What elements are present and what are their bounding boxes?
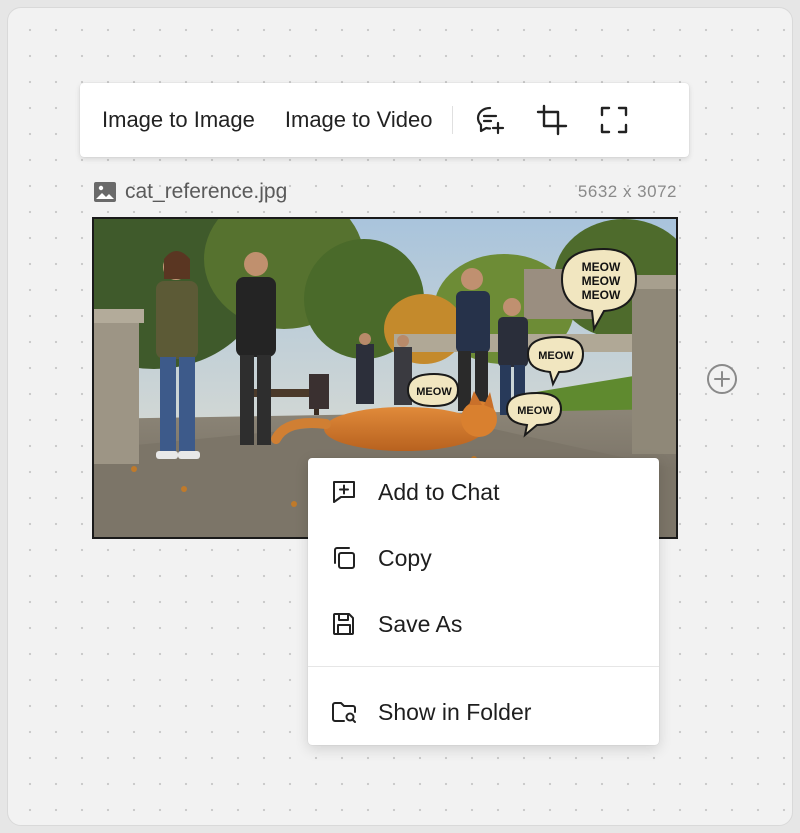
menu-item-label: Add to Chat: [378, 478, 500, 505]
save-icon: [333, 613, 354, 635]
image-to-video-button[interactable]: Image to Video: [285, 107, 433, 133]
add-node-icon[interactable]: [706, 363, 738, 395]
menu-item-save-as[interactable]: Save As: [308, 597, 659, 651]
toolbar-divider: [452, 106, 454, 134]
image-icon: [94, 182, 116, 202]
menu-item-add-to-chat[interactable]: Add to Chat: [308, 465, 659, 519]
svg-text:MEOW: MEOW: [416, 386, 452, 398]
file-name-group: cat_reference.jpg: [93, 180, 287, 204]
copy-icon: [334, 547, 355, 569]
svg-text:MEOW: MEOW: [538, 350, 574, 362]
menu-divider: [308, 666, 659, 667]
svg-text:MEOW: MEOW: [582, 260, 621, 274]
fullscreen-icon[interactable]: [597, 103, 631, 137]
file-name: cat_reference.jpg: [125, 180, 288, 203]
menu-item-show-in-folder[interactable]: Show in Folder: [308, 685, 659, 739]
crop-icon[interactable]: [535, 103, 569, 137]
image-dimensions: 5632 x 3072: [577, 182, 677, 201]
menu-item-copy[interactable]: Copy: [308, 531, 659, 585]
svg-text:MEOW: MEOW: [582, 288, 621, 302]
chat-add-icon[interactable]: [473, 103, 507, 137]
chat-plus-icon: [333, 481, 355, 503]
image-toolbar: Image to Image Image to Video: [80, 83, 689, 157]
svg-text:MEOW: MEOW: [582, 274, 621, 288]
context-menu: Add to Chat Copy Save As Show in Folder: [308, 458, 659, 745]
image-to-image-button[interactable]: Image to Image: [102, 107, 255, 133]
file-header: cat_reference.jpg 5632 x 3072: [93, 178, 677, 206]
menu-item-label: Save As: [378, 610, 463, 637]
svg-text:MEOW: MEOW: [517, 405, 553, 417]
menu-item-label: Show in Folder: [378, 698, 532, 725]
speech-bubble-left: MEOW: [406, 372, 460, 408]
folder-search-icon: [332, 702, 356, 723]
menu-item-label: Copy: [378, 544, 432, 571]
